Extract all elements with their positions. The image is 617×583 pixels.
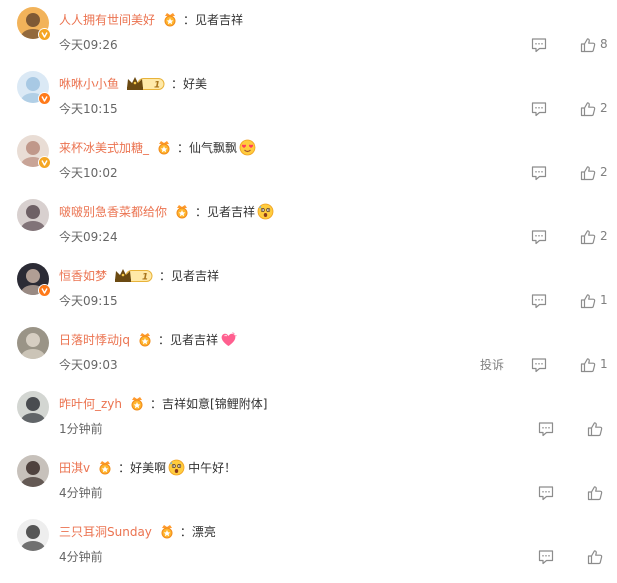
timestamp: 今天09:26	[59, 38, 118, 52]
reply-comment-icon[interactable]	[531, 37, 547, 53]
comment-item: 恒香如梦 1 ：见者吉祥今天09:15 1	[0, 263, 617, 327]
comment-text: ：好美啊	[118, 460, 167, 475]
comment-item: 三只耳洞Sunday ：漂亮 4分钟前	[0, 519, 617, 583]
comment-item: 来杯冰美式加糖_ ：仙气飘飘今天10:02 2	[0, 135, 617, 199]
username-link[interactable]: 昨叶何_zyh	[59, 395, 122, 412]
timestamp: 今天09:03	[59, 358, 118, 372]
avatar[interactable]	[17, 327, 49, 359]
comment-item: 日落时悸动jq ：见者吉祥今天09:03 投诉 1	[0, 327, 617, 391]
comment-item: 啵啵别急香菜都给你 ：见者吉祥今天09:24 2	[0, 199, 617, 263]
reply-comment-icon[interactable]	[531, 229, 547, 245]
fan-medal-icon[interactable]	[174, 203, 190, 219]
avatar[interactable]	[17, 199, 49, 231]
heart-eyes-emoji	[239, 139, 256, 156]
reply-comment-icon[interactable]	[538, 485, 554, 501]
comment-line: 三只耳洞Sunday ：漂亮	[59, 522, 216, 540]
fan-medal-icon[interactable]	[162, 11, 178, 27]
avatar[interactable]	[17, 519, 49, 551]
timestamp: 今天10:15	[59, 102, 118, 116]
comment-item: 人人拥有世间美好 ：见者吉祥今天09:26 8	[0, 7, 617, 71]
like-thumb-icon[interactable]	[580, 293, 596, 309]
username-link[interactable]: 三只耳洞Sunday	[59, 523, 152, 540]
comment-line: 昨叶何_zyh ：吉祥如意[锦鲤附体]	[59, 394, 267, 412]
comment-text: ：见者吉祥	[159, 268, 220, 283]
comment-text-continued: 中午好！	[188, 460, 237, 475]
vip-level-badge-icon[interactable]: 1	[126, 75, 166, 91]
like-thumb-icon[interactable]	[587, 421, 603, 437]
timestamp: 今天10:02	[59, 166, 118, 180]
shocked-emoji	[168, 459, 185, 476]
like-thumb-icon[interactable]	[580, 37, 596, 53]
report-link[interactable]: 投诉	[480, 356, 504, 373]
username-link[interactable]: 人人拥有世间美好	[59, 11, 155, 28]
reply-comment-icon[interactable]	[531, 101, 547, 117]
comment-line: 田淇v ：好美啊 中午好！	[59, 458, 236, 476]
timestamp: 今天09:24	[59, 230, 118, 244]
comment-list: 人人拥有世间美好 ：见者吉祥 今天09:26 8 咻咻小小鱼 1 ：好美 今天10:15 2 来杯…	[0, 0, 617, 571]
timestamp: 今天09:15	[59, 294, 118, 308]
like-count: 2	[600, 101, 608, 115]
fan-medal-icon[interactable]	[129, 395, 145, 411]
reply-comment-icon[interactable]	[531, 165, 547, 181]
comment-line: 人人拥有世间美好 ：见者吉祥	[59, 10, 243, 28]
comment-line: 恒香如梦 1 ：见者吉祥	[59, 266, 219, 284]
like-thumb-icon[interactable]	[580, 101, 596, 117]
username-link[interactable]: 田淇v	[59, 459, 90, 476]
like-count: 1	[600, 357, 608, 371]
reply-comment-icon[interactable]	[538, 421, 554, 437]
comment-text: ：见者吉祥	[183, 12, 244, 27]
vip-level-badge-icon[interactable]: 1	[114, 267, 154, 283]
reply-comment-icon[interactable]	[531, 293, 547, 309]
comment-line: 咻咻小小鱼 1 ：好美	[59, 74, 207, 92]
like-thumb-icon[interactable]	[587, 549, 603, 565]
timestamp: 4分钟前	[59, 486, 103, 500]
comment-text: ：漂亮	[179, 524, 216, 539]
timestamp: 4分钟前	[59, 550, 103, 564]
comment-line: 日落时悸动jq ：见者吉祥	[59, 330, 237, 348]
verified-badge-icon	[38, 156, 51, 169]
fan-medal-icon[interactable]	[137, 331, 153, 347]
username-link[interactable]: 来杯冰美式加糖_	[59, 139, 149, 156]
like-thumb-icon[interactable]	[587, 485, 603, 501]
like-count: 1	[600, 293, 608, 307]
timestamp: 1分钟前	[59, 422, 103, 436]
comment-text: ：吉祥如意[锦鲤附体]	[150, 396, 268, 411]
comment-text: ：好美	[171, 76, 208, 91]
comment-item: 咻咻小小鱼 1 ：好美今天10:15 2	[0, 71, 617, 135]
comment-line: 来杯冰美式加糖_ ：仙气飘飘	[59, 138, 256, 156]
username-link[interactable]: 恒香如梦	[59, 267, 107, 284]
like-thumb-icon[interactable]	[580, 165, 596, 181]
reply-comment-icon[interactable]	[538, 549, 554, 565]
avatar[interactable]	[17, 391, 49, 423]
verified-badge-icon	[38, 92, 51, 105]
comment-line: 啵啵别急香菜都给你 ：见者吉祥	[59, 202, 274, 220]
fan-medal-icon[interactable]	[159, 523, 175, 539]
comment-text: ：见者吉祥	[157, 332, 218, 347]
like-count: 2	[600, 165, 608, 179]
username-link[interactable]: 咻咻小小鱼	[59, 75, 119, 92]
comment-text: ：仙气飘飘	[177, 140, 238, 155]
username-link[interactable]: 啵啵别急香菜都给你	[59, 203, 167, 220]
shocked-emoji	[257, 203, 274, 220]
verified-badge-icon	[38, 28, 51, 41]
verified-badge-icon	[38, 284, 51, 297]
like-count: 8	[600, 37, 608, 51]
avatar[interactable]	[17, 455, 49, 487]
comment-item: 田淇v ：好美啊 中午好！ 4分钟前	[0, 455, 617, 519]
svg-text:1: 1	[142, 273, 148, 283]
comment-text: ：见者吉祥	[195, 204, 256, 219]
username-link[interactable]: 日落时悸动jq	[59, 331, 130, 348]
pink-heart-emoji	[220, 331, 237, 348]
like-count: 2	[600, 229, 608, 243]
fan-medal-icon[interactable]	[156, 139, 172, 155]
like-thumb-icon[interactable]	[580, 357, 596, 373]
reply-comment-icon[interactable]	[531, 357, 547, 373]
comment-item: 昨叶何_zyh ：吉祥如意[锦鲤附体] 1分钟前	[0, 391, 617, 455]
svg-text:1: 1	[154, 81, 160, 91]
fan-medal-icon[interactable]	[97, 459, 113, 475]
like-thumb-icon[interactable]	[580, 229, 596, 245]
